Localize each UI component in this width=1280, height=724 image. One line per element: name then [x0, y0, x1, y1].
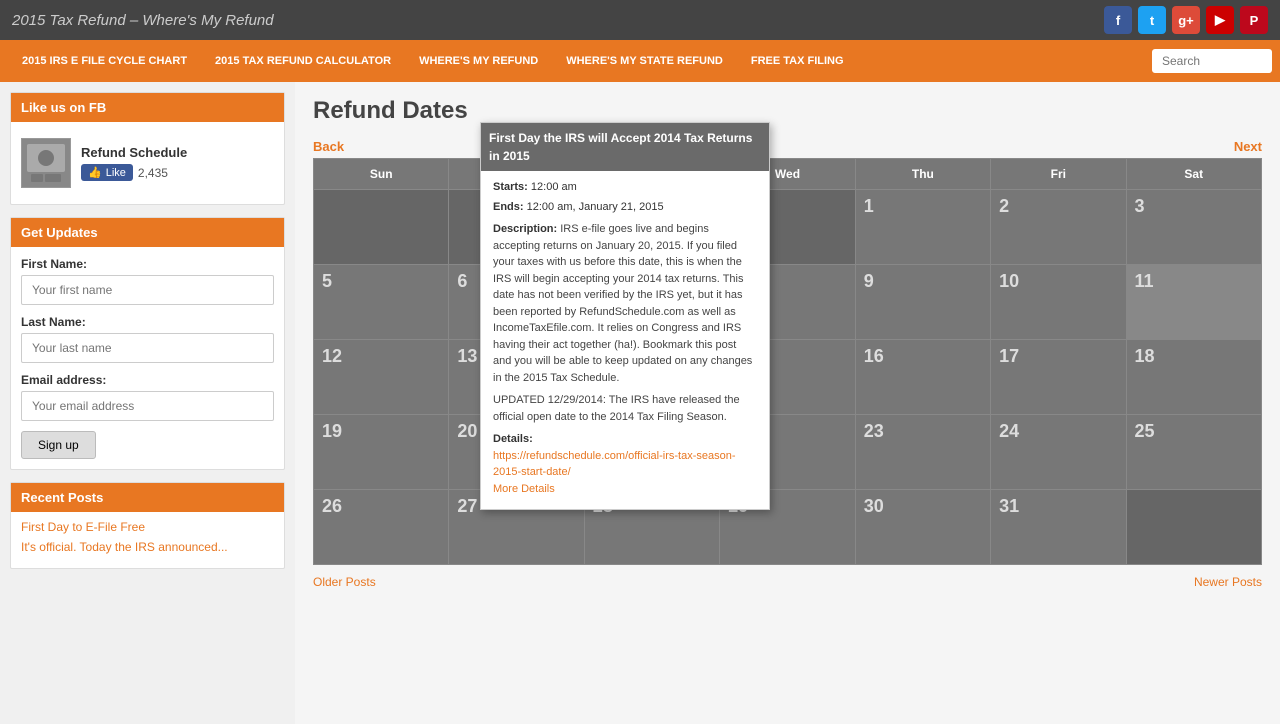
- facebook-section-header: Like us on FB: [11, 93, 284, 122]
- tooltip-more-container: More Details: [493, 481, 757, 498]
- tooltip-starts-value: 12:00 am: [531, 181, 577, 193]
- table-row: 1 2 3: [314, 190, 1262, 265]
- cal-cell-2[interactable]: 2: [991, 190, 1126, 265]
- event-tooltip: First Day the IRS will Accept 2014 Tax R…: [480, 122, 770, 510]
- cal-cell-23[interactable]: 23: [855, 415, 990, 490]
- facebook-section: Like us on FB Refund Schedule: [10, 92, 285, 205]
- main-content: Refund Dates Back Next Sun Mon Tue Wed T…: [295, 82, 1280, 724]
- tooltip-details-url-container: https://refundschedule.com/official-irs-…: [493, 448, 757, 481]
- last-name-label: Last Name:: [21, 315, 274, 329]
- updates-section: Get Updates First Name: Last Name: Email…: [10, 217, 285, 470]
- search-input[interactable]: [1152, 49, 1272, 73]
- sidebar: Like us on FB Refund Schedule: [0, 82, 295, 724]
- facebook-icon[interactable]: f: [1104, 6, 1132, 34]
- nav-item-calculator[interactable]: 2015 TAX REFUND CALCULATOR: [201, 40, 405, 82]
- cal-cell-31[interactable]: 31: [991, 490, 1126, 565]
- list-item: First Day to E-File Free: [21, 520, 274, 534]
- nav-item-free-tax[interactable]: FREE TAX FILING: [737, 40, 858, 82]
- table-row: 5 6 7 8 9 10 11: [314, 265, 1262, 340]
- recent-posts-list: First Day to E-File Free It's official. …: [11, 512, 284, 568]
- cal-cell-26[interactable]: 26: [314, 490, 449, 565]
- fb-info: Refund Schedule 👍 Like 2,435: [81, 145, 187, 181]
- cal-cell-empty: [1126, 490, 1261, 565]
- cal-header-sat: Sat: [1126, 159, 1261, 190]
- fb-page-name: Refund Schedule: [81, 145, 187, 160]
- last-name-input[interactable]: [21, 333, 274, 363]
- updates-section-header: Get Updates: [11, 218, 284, 247]
- cal-header-sun: Sun: [314, 159, 449, 190]
- cal-cell-17[interactable]: 17: [991, 340, 1126, 415]
- googleplus-icon[interactable]: g+: [1172, 6, 1200, 34]
- cal-header-fri: Fri: [991, 159, 1126, 190]
- cal-cell-12[interactable]: 12: [314, 340, 449, 415]
- first-name-label: First Name:: [21, 257, 274, 271]
- tooltip-starts: Starts: 12:00 am: [493, 179, 757, 196]
- cal-cell-11[interactable]: 11: [1126, 265, 1261, 340]
- site-title: 2015 Tax Refund – Where's My Refund: [12, 12, 274, 29]
- fb-thumb-icon: 👍: [88, 166, 102, 179]
- tooltip-ends-label: Ends:: [493, 201, 524, 213]
- facebook-widget: Refund Schedule 👍 Like 2,435: [21, 132, 274, 194]
- table-row: 26 27 28 29 30 31: [314, 490, 1262, 565]
- cal-cell-3[interactable]: 3: [1126, 190, 1261, 265]
- tooltip-ends-value: 12:00 am, January 21, 2015: [527, 201, 664, 213]
- tooltip-title: First Day the IRS will Accept 2014 Tax R…: [481, 123, 769, 171]
- cal-cell-5[interactable]: 5: [314, 265, 449, 340]
- list-item: It's official. Today the IRS announced..…: [21, 540, 274, 554]
- older-posts-link[interactable]: Older Posts: [313, 575, 376, 589]
- tooltip-description: Description: IRS e-file goes live and be…: [493, 221, 757, 386]
- tooltip-desc-label: Description:: [493, 223, 557, 235]
- cal-cell-30[interactable]: 30: [855, 490, 990, 565]
- fb-like-button[interactable]: 👍 Like: [81, 164, 133, 181]
- main-layout: Like us on FB Refund Schedule: [0, 82, 1280, 724]
- facebook-section-body: Refund Schedule 👍 Like 2,435: [11, 122, 284, 204]
- calendar-back-button[interactable]: Back: [313, 139, 344, 154]
- calendar-nav: Back Next: [313, 139, 1262, 154]
- tooltip-more-details-link[interactable]: More Details: [493, 483, 555, 495]
- pinterest-icon[interactable]: P: [1240, 6, 1268, 34]
- cal-cell-24[interactable]: 24: [991, 415, 1126, 490]
- tooltip-updated: UPDATED 12/29/2014: The IRS have release…: [493, 392, 757, 425]
- youtube-icon[interactable]: ▶: [1206, 6, 1234, 34]
- email-label: Email address:: [21, 373, 274, 387]
- recent-posts-header: Recent Posts: [11, 483, 284, 512]
- tooltip-details-label: Details:: [493, 431, 757, 448]
- fb-thumbnail: [21, 138, 71, 188]
- fb-like-count: 2,435: [138, 166, 168, 180]
- nav-item-state-refund[interactable]: WHERE'S MY STATE REFUND: [552, 40, 737, 82]
- nav-item-cycle-chart[interactable]: 2015 IRS E FILE CYCLE CHART: [8, 40, 201, 82]
- table-row: 19 20 21 22 23 24 25: [314, 415, 1262, 490]
- social-icons-container: f t g+ ▶ P: [1104, 6, 1268, 34]
- updates-form: First Name: Last Name: Email address: Si…: [11, 247, 284, 469]
- email-input[interactable]: [21, 391, 274, 421]
- calendar-next-button[interactable]: Next: [1234, 139, 1262, 154]
- recent-post-link-2[interactable]: It's official. Today the IRS announced..…: [21, 540, 228, 554]
- signup-button[interactable]: Sign up: [21, 431, 96, 459]
- newer-posts-link[interactable]: Newer Posts: [1194, 575, 1262, 589]
- first-name-input[interactable]: [21, 275, 274, 305]
- tooltip-ends: Ends: 12:00 am, January 21, 2015: [493, 199, 757, 216]
- cal-header-thu: Thu: [855, 159, 990, 190]
- cal-cell-1[interactable]: 1: [855, 190, 990, 265]
- recent-post-link-1[interactable]: First Day to E-File Free: [21, 520, 145, 534]
- cal-cell-9[interactable]: 9: [855, 265, 990, 340]
- table-row: 12 13 14 15 16 17 18: [314, 340, 1262, 415]
- tooltip-desc-text: IRS e-file goes live and begins acceptin…: [493, 223, 752, 384]
- nav-item-wheres-my-refund[interactable]: WHERE'S MY REFUND: [405, 40, 552, 82]
- header: 2015 Tax Refund – Where's My Refund f t …: [0, 0, 1280, 40]
- calendar-table: Sun Mon Tue Wed Thu Fri Sat 1 2: [313, 158, 1262, 565]
- post-navigation: Older Posts Newer Posts: [313, 575, 1262, 589]
- cal-cell-10[interactable]: 10: [991, 265, 1126, 340]
- page-title: Refund Dates: [313, 97, 1262, 125]
- recent-posts-section: Recent Posts First Day to E-File Free It…: [10, 482, 285, 569]
- cal-cell-18[interactable]: 18: [1126, 340, 1261, 415]
- cal-cell-16[interactable]: 16: [855, 340, 990, 415]
- cal-cell-19[interactable]: 19: [314, 415, 449, 490]
- tooltip-starts-label: Starts:: [493, 181, 528, 193]
- twitter-icon[interactable]: t: [1138, 6, 1166, 34]
- cal-cell-25[interactable]: 25: [1126, 415, 1261, 490]
- tooltip-details-link[interactable]: https://refundschedule.com/official-irs-…: [493, 450, 736, 479]
- navigation: 2015 IRS E FILE CYCLE CHART 2015 TAX REF…: [0, 40, 1280, 82]
- cal-cell: [314, 190, 449, 265]
